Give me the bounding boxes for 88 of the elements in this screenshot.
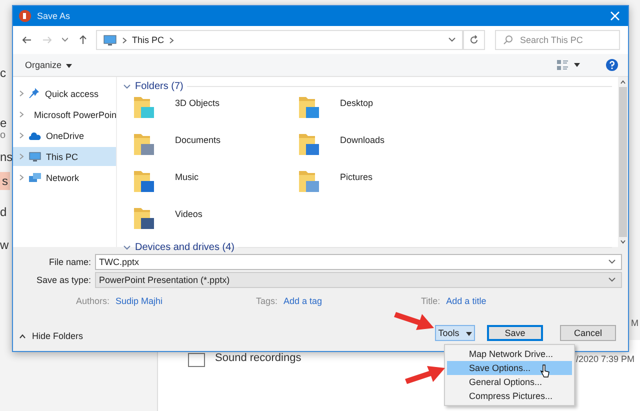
folder-icon	[298, 94, 322, 120]
nav-item[interactable]: OneDrive	[13, 126, 116, 145]
scrollbar[interactable]	[618, 77, 628, 247]
folder-icon	[133, 94, 157, 120]
chevron-right-icon[interactable]	[19, 132, 24, 139]
field-label: File name:	[48, 257, 91, 267]
chevron-down-icon[interactable]	[608, 259, 616, 265]
file-type-dropdown[interactable]: PowerPoint Presentation (*.pptx)	[95, 272, 622, 288]
cursor-icon	[540, 364, 550, 378]
menu-item[interactable]: General Options...	[447, 375, 572, 389]
cloud-icon	[29, 132, 41, 140]
pin-icon	[29, 88, 40, 99]
chevron-down-icon	[608, 277, 616, 283]
menu-item[interactable]: Map Network Drive...	[447, 347, 572, 361]
backstage-text: c	[0, 66, 6, 80]
nav-item[interactable]: This PC	[13, 147, 116, 166]
monitor-icon	[103, 34, 117, 46]
up-arrow-icon[interactable]	[78, 35, 88, 45]
breadcrumb[interactable]: This PC	[132, 35, 164, 45]
monitor-icon	[29, 152, 41, 162]
search-icon	[503, 35, 513, 45]
backstage-text: s	[0, 172, 10, 190]
folder-item[interactable]: Music	[133, 168, 298, 205]
backstage-text: ns	[0, 150, 13, 164]
backstage-text: d	[0, 205, 7, 219]
date-text: /2020 7:39 PM	[576, 354, 635, 364]
caret-icon[interactable]	[574, 63, 580, 67]
view-options-icon[interactable]	[557, 60, 568, 70]
nav-item[interactable]: Network	[13, 168, 116, 187]
chevron-right-icon[interactable]	[19, 174, 24, 181]
folder-item[interactable]: Pictures	[298, 168, 463, 205]
meta-link[interactable]: Add a tag	[284, 296, 322, 306]
meta-link[interactable]: Add a title	[446, 296, 486, 306]
chevron-down-icon[interactable]	[448, 37, 456, 43]
backstage-text: e	[0, 116, 7, 130]
close-icon[interactable]	[610, 11, 620, 21]
cancel-button[interactable]: Cancel	[560, 325, 616, 341]
folder-item[interactable]: Desktop	[298, 94, 463, 131]
chevron-up-icon	[19, 334, 26, 339]
folder-icon	[133, 205, 157, 231]
section-header[interactable]: Folders (7)	[135, 81, 184, 92]
refresh-icon	[469, 35, 479, 45]
folder-item[interactable]: 3D Objects	[133, 94, 298, 131]
window-title: Save As	[37, 11, 70, 21]
chevron-down-icon[interactable]	[123, 245, 131, 250]
folder-icon	[298, 131, 322, 157]
folder-icon	[298, 168, 322, 194]
folder-item[interactable]: Documents	[133, 131, 298, 168]
meta-link[interactable]: Sudip Majhi	[116, 296, 163, 306]
help-icon[interactable]	[606, 59, 618, 71]
search-field[interactable]: Search This PC	[495, 30, 620, 50]
chevron-right-icon[interactable]	[19, 90, 24, 97]
folder-icon	[133, 168, 157, 194]
menu-item[interactable]: Compress Pictures...	[447, 389, 572, 403]
chevron-right-icon	[122, 36, 127, 44]
app-icon	[19, 10, 31, 22]
folder-icon	[133, 131, 157, 157]
caret-icon	[466, 332, 472, 336]
organize-button[interactable]: Organize	[23, 58, 74, 72]
chevron-right-icon[interactable]	[169, 36, 174, 44]
section-header[interactable]: Devices and drives (4)	[135, 242, 234, 253]
backstage-text: o	[0, 130, 6, 141]
meta-label: Title:	[421, 296, 440, 306]
nav-item[interactable]: Quick access	[13, 84, 116, 103]
scroll-up-icon[interactable]	[620, 80, 626, 84]
chevron-down-icon[interactable]	[123, 84, 131, 89]
network-icon	[29, 172, 41, 182]
caret-icon	[66, 64, 72, 68]
meta-label: Authors:	[76, 296, 110, 306]
back-arrow-icon[interactable]	[22, 35, 32, 45]
tools-button[interactable]: Tools	[435, 325, 475, 341]
field-label: Save as type:	[35, 275, 91, 285]
chevron-right-icon[interactable]	[19, 111, 24, 118]
address-bar[interactable]: This PC	[96, 30, 463, 50]
file-name-field[interactable]: TWC.pptx	[95, 254, 622, 270]
save-button[interactable]: Save	[487, 325, 543, 341]
refresh-button[interactable]	[463, 30, 485, 50]
hide-folders-button[interactable]: Hide Folders	[13, 331, 84, 341]
recent-item-label: Sound recordings	[215, 352, 302, 364]
menu-item[interactable]: Save Options...	[447, 361, 572, 375]
meta-label: Tags:	[256, 296, 278, 306]
checkbox[interactable]	[188, 353, 205, 367]
backstage-text: w	[0, 238, 9, 252]
folder-item[interactable]: Downloads	[298, 131, 463, 168]
folder-item[interactable]: Videos	[133, 205, 298, 242]
backstage-text: M	[631, 318, 638, 328]
nav-item[interactable]: Microsoft PowerPoin	[13, 105, 116, 124]
scroll-down-icon[interactable]	[620, 240, 626, 244]
